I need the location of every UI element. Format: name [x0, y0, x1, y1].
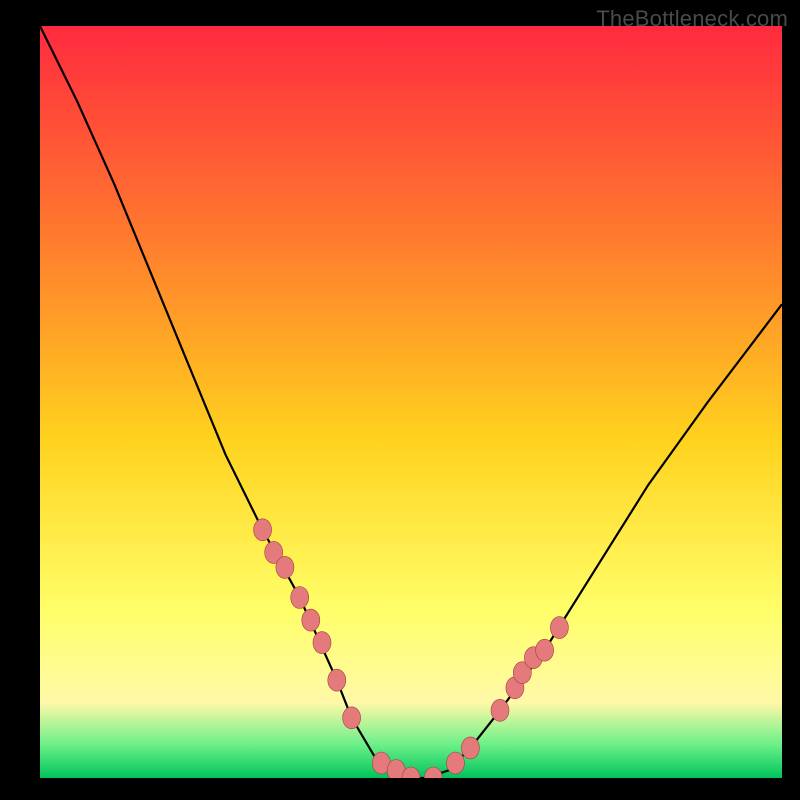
plot-svg: [40, 26, 782, 778]
data-marker: [343, 707, 361, 729]
data-marker: [536, 639, 554, 661]
watermark-text: TheBottleneck.com: [596, 6, 788, 32]
data-marker: [254, 519, 272, 541]
data-marker: [328, 669, 346, 691]
data-marker: [302, 609, 320, 631]
data-marker: [461, 737, 479, 759]
plot-area: [40, 26, 782, 778]
data-marker: [313, 632, 331, 654]
data-marker: [276, 556, 294, 578]
data-marker: [291, 587, 309, 609]
data-marker: [491, 699, 509, 721]
chart-frame: TheBottleneck.com: [0, 0, 800, 800]
data-marker: [550, 617, 568, 639]
data-marker: [447, 752, 465, 774]
gradient-background: [40, 26, 782, 778]
